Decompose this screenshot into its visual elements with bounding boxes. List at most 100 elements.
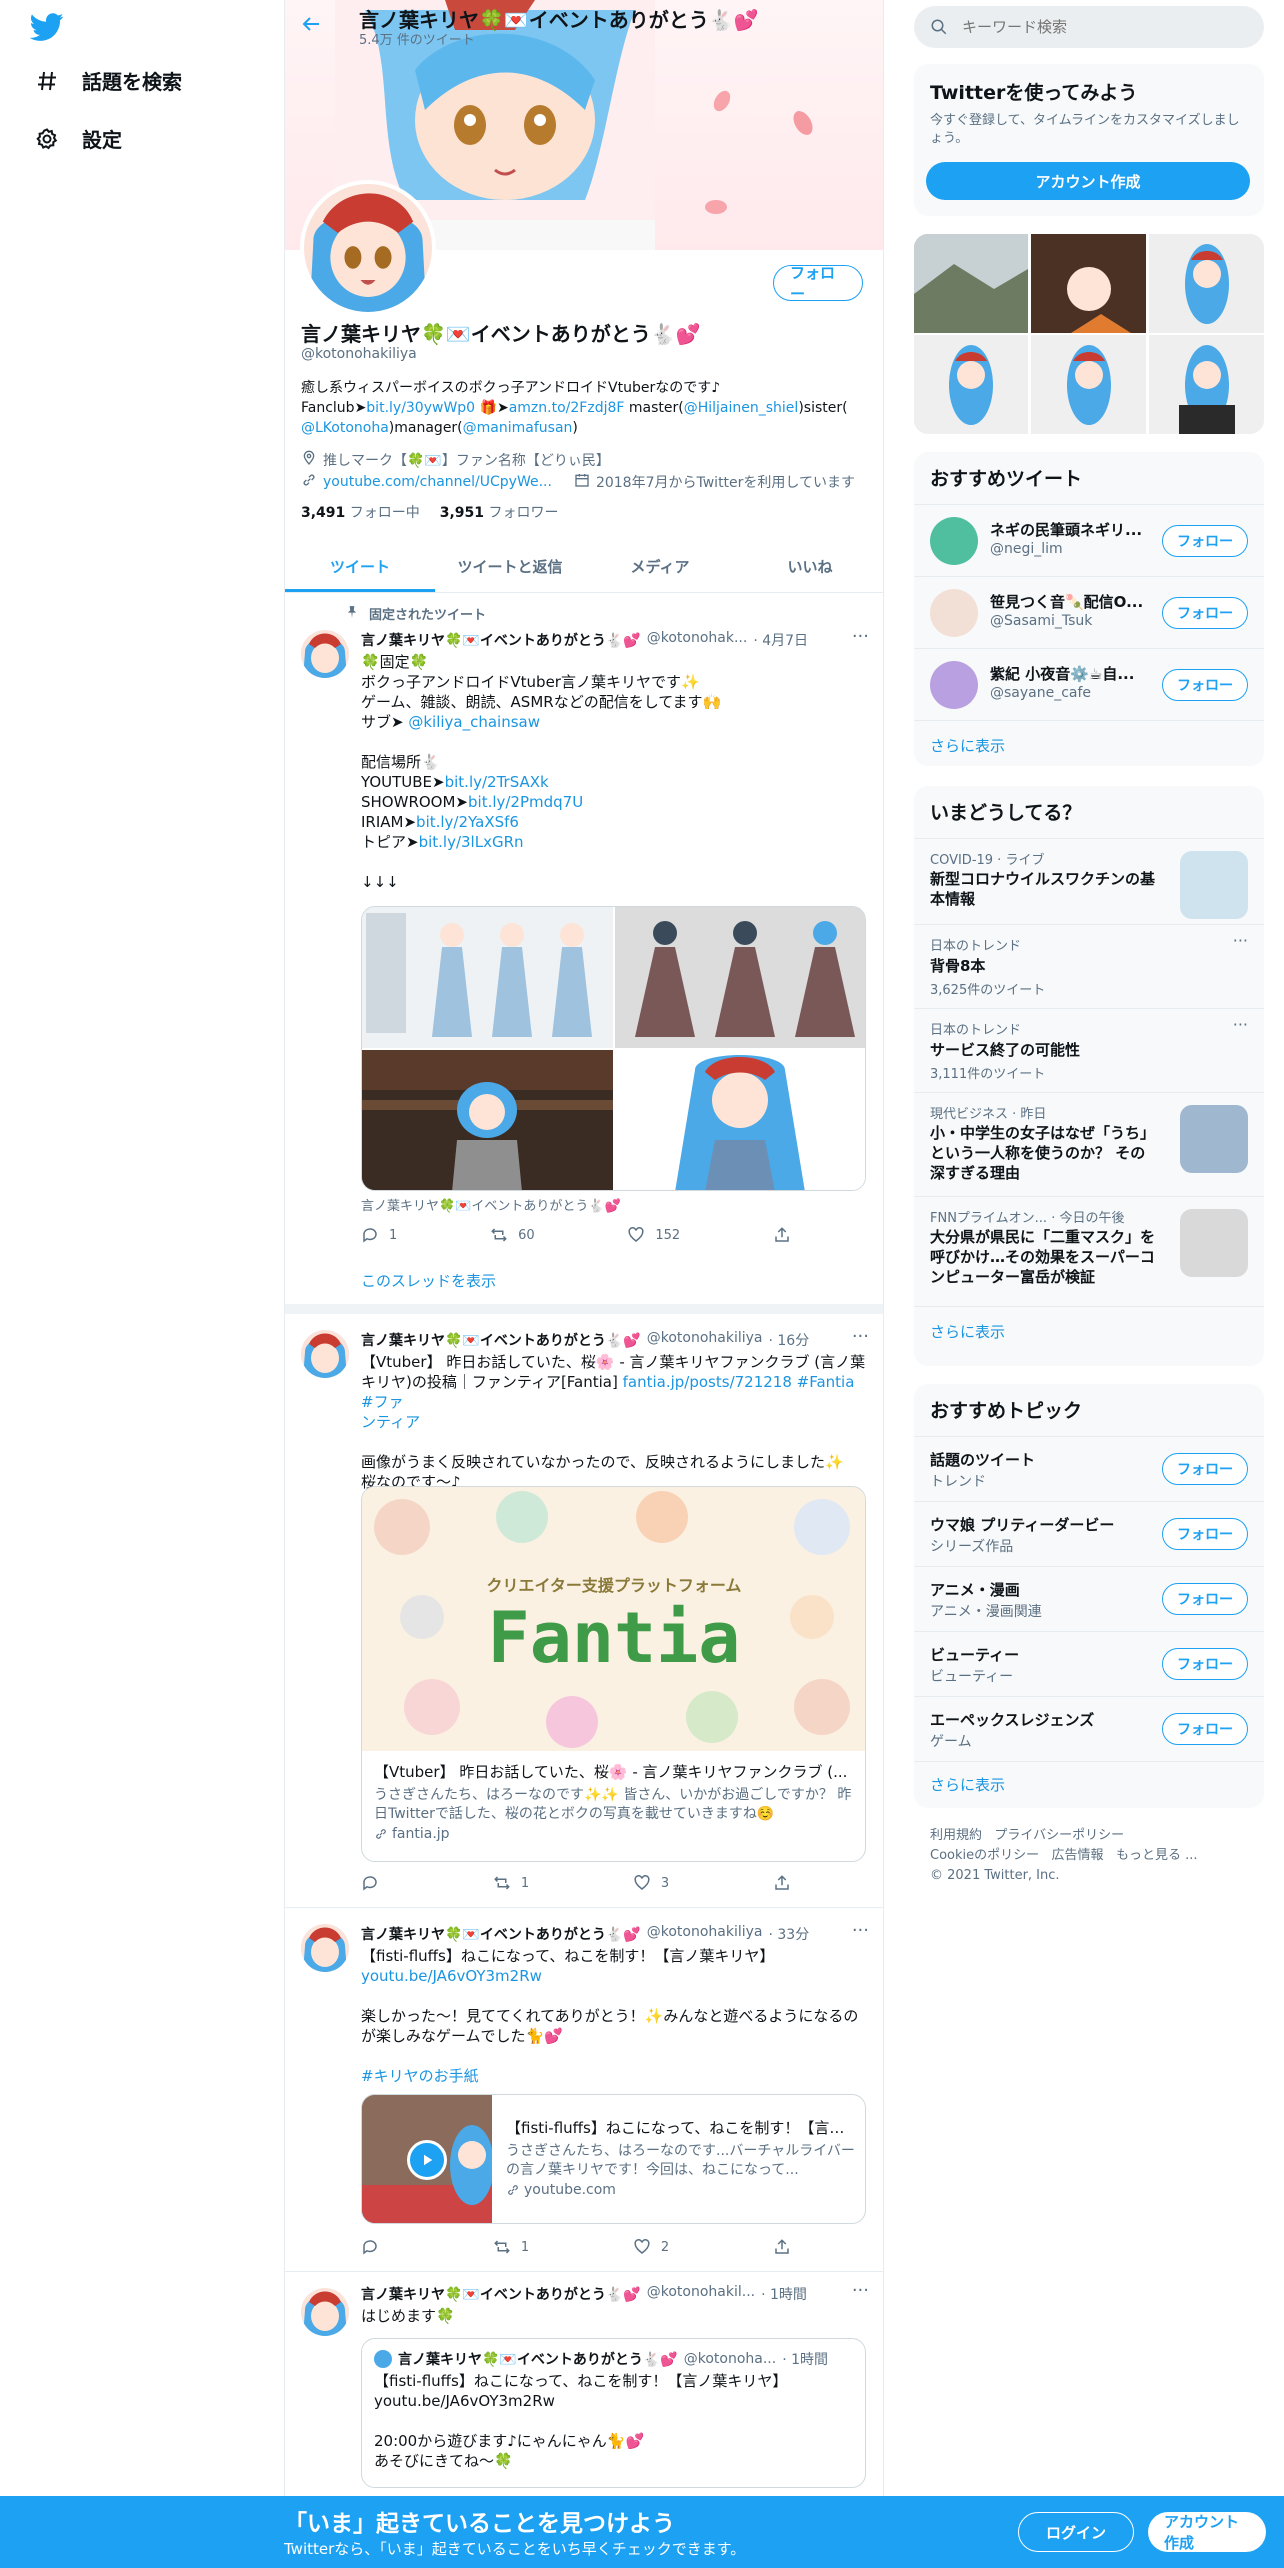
cookie-link[interactable]: Cookieのポリシー <box>930 1848 1039 1863</box>
share-button[interactable] <box>773 1226 791 1244</box>
login-button[interactable]: ログイン <box>1018 2512 1134 2552</box>
tweet-author-name[interactable]: 言ノ葉キリヤ🍀💌イベントありがとう🐇💕 <box>361 1330 641 1350</box>
more-options-icon[interactable]: ··· <box>852 2280 869 2301</box>
tweet-author-handle[interactable]: @kotonohakil... <box>647 2284 755 2304</box>
youtube-video-link[interactable]: youtu.be/JA6vOY3m2Rw <box>361 1966 866 1986</box>
retweet-button[interactable]: 1 <box>493 1874 529 1892</box>
media-image-4[interactable] <box>615 1050 865 1190</box>
fanclub-link[interactable]: bit.ly/30ywWp0 <box>366 400 475 416</box>
topic-item[interactable]: ビューティー ビューティー フォロー <box>914 1631 1264 1696</box>
recommended-user[interactable]: ネギの民筆頭ネギリ... @negi_lim フォロー <box>914 504 1264 576</box>
profile-avatar[interactable] <box>300 180 436 316</box>
tweet-author-name[interactable]: 言ノ葉キリヤ🍀💌イベントありがとう🐇💕 <box>361 2284 641 2304</box>
gallery-image[interactable] <box>1149 234 1264 333</box>
show-thread-link[interactable]: このスレッドを表示 <box>361 1270 496 1291</box>
tweet-avatar[interactable] <box>301 2288 349 2336</box>
tweet[interactable]: 言ノ葉キリヤ🍀💌イベントありがとう🐇💕 @kotonohakil... · 1時… <box>285 2272 883 2532</box>
hashtag-link[interactable]: #ファ <box>361 1393 404 1411</box>
more-options-icon[interactable]: ··· <box>852 1326 869 1347</box>
topia-link[interactable]: bit.ly/3lLxGRn <box>419 833 524 851</box>
reply-button[interactable]: 1 <box>361 1226 397 1244</box>
showroom-link[interactable]: bit.ly/2Pmdq7U <box>468 793 583 811</box>
tab-tweets[interactable]: ツイート <box>285 540 435 592</box>
trend-item[interactable]: 日本のトレンド サービス終了の可能性 3,111件のツイート ··· <box>914 1008 1264 1092</box>
nav-settings[interactable]: 設定 <box>34 124 122 153</box>
more-options-icon[interactable]: ··· <box>1233 931 1248 950</box>
tweet-avatar[interactable] <box>301 1924 349 1972</box>
topic-item[interactable]: 話題のツイート トレンド フォロー <box>914 1436 1264 1501</box>
more-options-icon[interactable]: ··· <box>852 626 869 647</box>
like-button[interactable]: 2 <box>633 2238 669 2256</box>
play-icon[interactable] <box>407 2140 447 2180</box>
show-more-link[interactable]: さらに表示 <box>914 1306 1264 1366</box>
topic-item[interactable]: エーペックスレジェンズ ゲーム フォロー <box>914 1696 1264 1761</box>
show-more-link[interactable]: さらに表示 <box>914 1761 1264 1808</box>
tweet[interactable]: 言ノ葉キリヤ🍀💌イベントありがとう🐇💕 @kotonohakiliya · 16… <box>285 1314 883 1908</box>
profile-url-link[interactable]: youtube.com/channel/UCpyWe... <box>323 474 552 490</box>
gallery-image[interactable] <box>914 234 1028 333</box>
more-options-icon[interactable]: ··· <box>1233 1015 1248 1034</box>
reply-button[interactable] <box>361 1874 389 1892</box>
video-link-card[interactable]: 【fisti-fluffs】ねこになって、ねこを制す！【言ノ... うさぎさんた… <box>361 2094 866 2224</box>
tweet[interactable]: 言ノ葉キリヤ🍀💌イベントありがとう🐇💕 @kotonohakiliya · 33… <box>285 1908 883 2272</box>
trend-item[interactable]: COVID-19 · ライブ 新型コロナウイルスワクチンの基本情報 <box>914 838 1264 924</box>
tweet-time[interactable]: · 4月7日 <box>753 630 808 650</box>
follow-topic-button[interactable]: フォロー <box>1162 1453 1248 1485</box>
retweet-button[interactable]: 60 <box>490 1226 535 1244</box>
tweet-pinned[interactable]: 固定されたツイート 言ノ葉キリヤ🍀💌イベントありがとう🐇💕 @kotonohak… <box>285 594 883 1314</box>
followers-stat[interactable]: 3,951 フォロワー <box>440 502 559 522</box>
nav-explore[interactable]: 話題を検索 <box>34 66 182 95</box>
share-button[interactable] <box>773 1874 791 1892</box>
tweet-author-handle[interactable]: @kotonohakiliya <box>647 1924 763 1944</box>
fantia-post-link[interactable]: fantia.jp/posts/721218 <box>623 1373 792 1391</box>
sister-mention-link[interactable]: @LKotonoha <box>301 420 389 436</box>
tweet-time[interactable]: · 1時間 <box>761 2284 807 2304</box>
profile-follow-button[interactable]: フォロー <box>773 264 863 303</box>
tweet-author-handle[interactable]: @kotonohak... <box>647 630 748 650</box>
privacy-link[interactable]: プライバシーポリシー <box>994 1828 1124 1843</box>
tab-likes[interactable]: いいね <box>735 540 883 592</box>
link-card[interactable]: クリエイター支援プラットフォーム Fantia 【Vtuber】 昨日お話してい… <box>361 1486 866 1862</box>
search-bar[interactable] <box>914 6 1264 48</box>
hashtag-link[interactable]: #Fantia <box>792 1373 855 1391</box>
follow-topic-button[interactable]: フォロー <box>1162 1648 1248 1680</box>
youtube-link[interactable]: bit.ly/2TrSAXk <box>445 773 549 791</box>
tab-media[interactable]: メディア <box>585 540 735 592</box>
tweet-time[interactable]: · 16分 <box>769 1330 810 1350</box>
retweet-button[interactable]: 1 <box>493 2238 529 2256</box>
following-stat[interactable]: 3,491 フォロー中 <box>301 502 420 522</box>
follow-button[interactable]: フォロー <box>1162 597 1248 629</box>
gallery-image[interactable] <box>1031 234 1146 333</box>
more-link[interactable]: もっと見る ... <box>1116 1848 1198 1863</box>
bottom-signup-button[interactable]: アカウント作成 <box>1148 2512 1266 2552</box>
hashtag-link-continued[interactable]: ンティア <box>361 1412 866 1432</box>
tweet-author-handle[interactable]: @kotonohakiliya <box>647 1330 763 1350</box>
follow-button[interactable]: フォロー <box>1162 669 1248 701</box>
sub-account-link[interactable]: @kiliya_chainsaw <box>408 713 540 731</box>
back-arrow-icon[interactable] <box>299 12 323 36</box>
amazon-link[interactable]: amzn.to/2Fzdj8F <box>509 400 625 416</box>
tweet-author-name[interactable]: 言ノ葉キリヤ🍀💌イベントありがとう🐇💕 <box>361 630 641 650</box>
iriam-link[interactable]: bit.ly/2YaXSf6 <box>416 813 519 831</box>
tweet-avatar[interactable] <box>301 1330 349 1378</box>
trend-item[interactable]: 現代ビジネス · 昨日 小・中学生の女子はなぜ「うち」という一人称を使うのか？ … <box>914 1092 1264 1196</box>
reply-button[interactable] <box>361 2238 389 2256</box>
twitter-logo-icon[interactable] <box>29 10 64 44</box>
create-account-button[interactable]: アカウント作成 <box>926 162 1250 200</box>
recommended-user[interactable]: 笹見つく音🍡配信O... @Sasami_Tsuk フォロー <box>914 576 1264 648</box>
tweet-author-name[interactable]: 言ノ葉キリヤ🍀💌イベントありがとう🐇💕 <box>361 1924 641 1944</box>
topic-item[interactable]: アニメ・漫画 アニメ・漫画関連 フォロー <box>914 1566 1264 1631</box>
gallery-image[interactable] <box>914 335 1028 434</box>
show-more-link[interactable]: さらに表示 <box>914 720 1264 766</box>
ads-link[interactable]: 広告情報 <box>1052 1848 1104 1863</box>
manager-mention-link[interactable]: @manimafusan <box>463 420 573 436</box>
trend-item[interactable]: 日本のトレンド 背骨8本 3,625件のツイート ··· <box>914 924 1264 1008</box>
share-button[interactable] <box>773 2238 791 2256</box>
trend-item[interactable]: FNNプライムオン... · 今日の午後 大分県が県民に「二重マスク」を呼びかけ… <box>914 1196 1264 1306</box>
follow-button[interactable]: フォロー <box>1162 525 1248 557</box>
quoted-tweet[interactable]: 言ノ葉キリヤ🍀💌イベントありがとう🐇💕 @kotonoha... · 1時間 【… <box>361 2338 866 2488</box>
terms-link[interactable]: 利用規約 <box>930 1828 982 1843</box>
hashtag-link[interactable]: #キリヤのお手紙 <box>361 2066 866 2086</box>
media-image-1[interactable] <box>362 907 613 1048</box>
like-button[interactable]: 152 <box>627 1226 680 1244</box>
